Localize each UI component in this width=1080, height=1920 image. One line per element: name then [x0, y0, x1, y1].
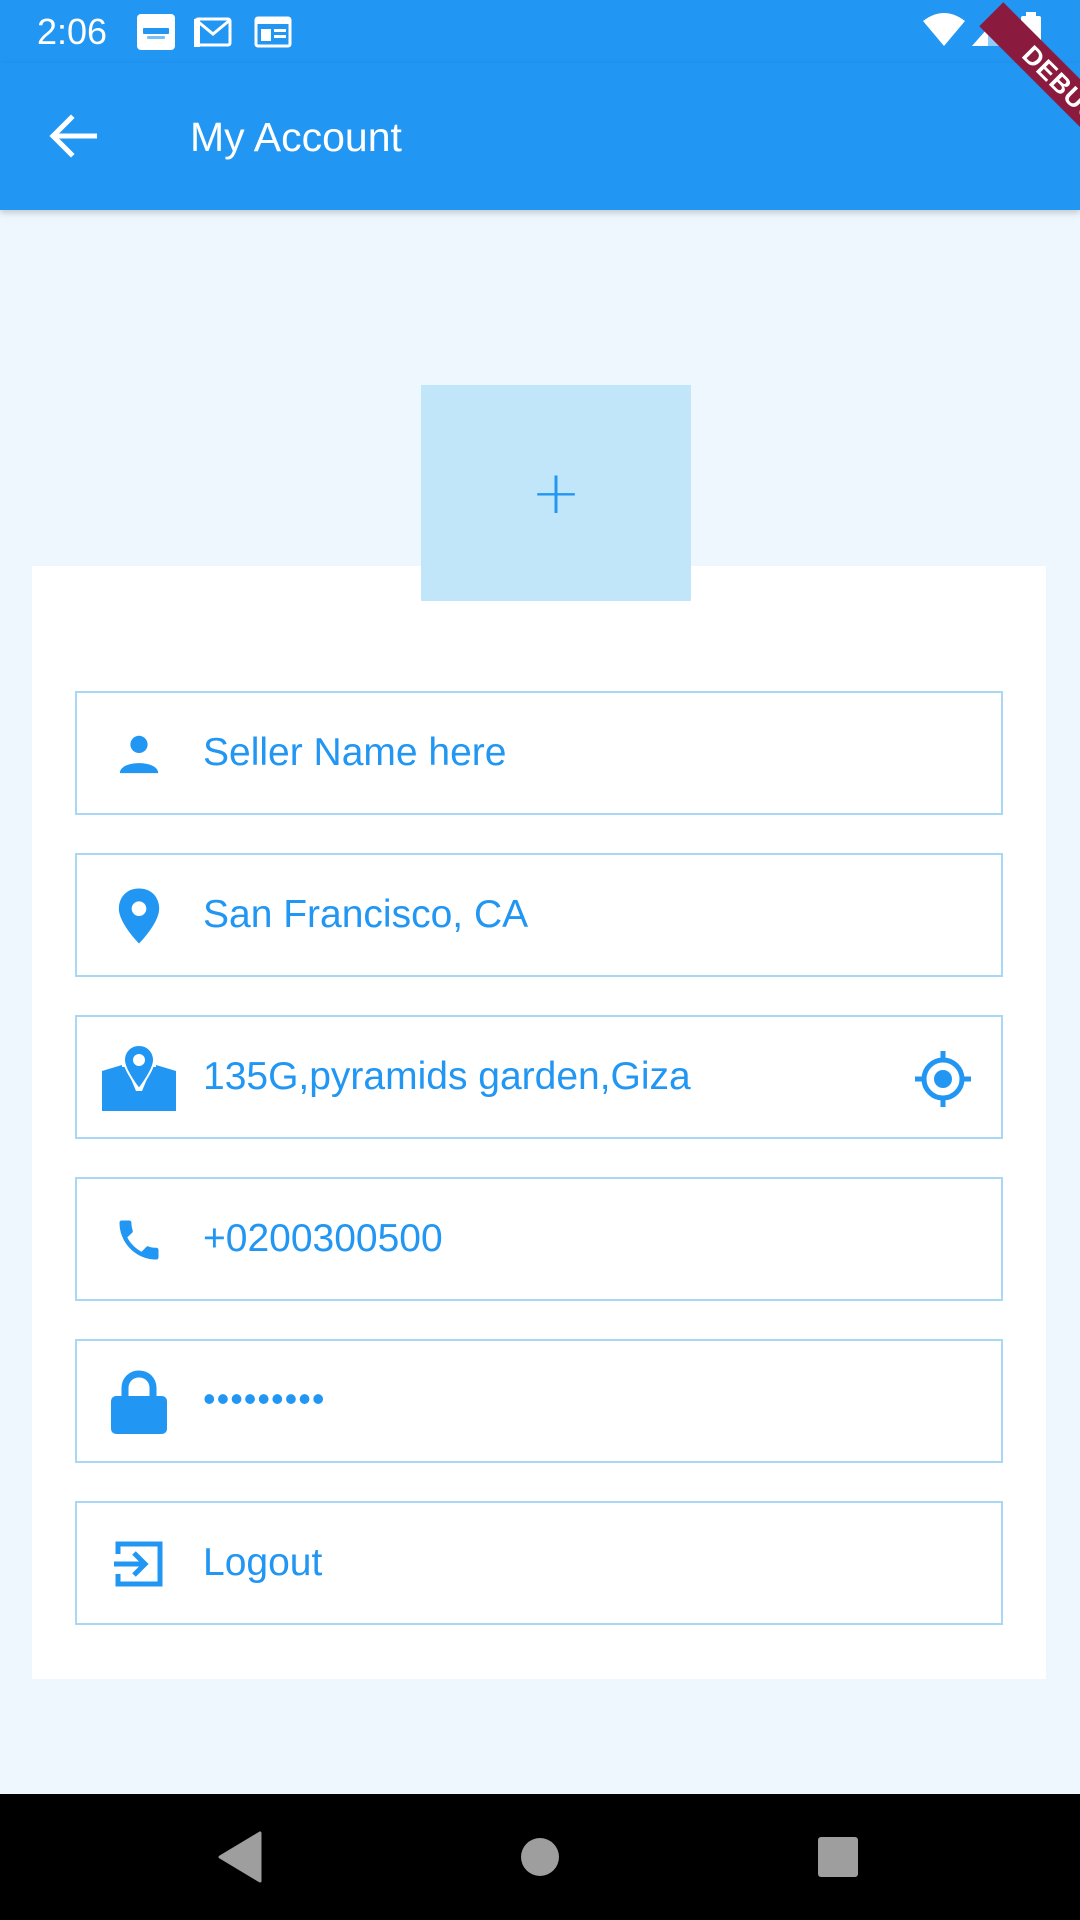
logout-icon — [102, 1531, 176, 1597]
seller-name-value: Seller Name here — [203, 731, 507, 774]
password-field[interactable]: ••••••••• — [75, 1339, 1003, 1463]
add-photo-button[interactable]: + — [421, 385, 691, 601]
page-title: My Account — [190, 114, 402, 160]
map-icon — [102, 1045, 176, 1111]
system-nav-bar — [0, 1794, 1080, 1920]
password-value: ••••••••• — [203, 1378, 326, 1419]
logout-button[interactable]: Logout — [75, 1501, 1003, 1625]
seller-name-field[interactable]: Seller Name here — [75, 691, 1003, 815]
city-field[interactable]: San Francisco, CA — [75, 853, 1003, 977]
recents-square-icon — [818, 1837, 858, 1877]
gmail-icon — [194, 17, 232, 47]
location-pin-icon — [102, 883, 176, 949]
status-bar: 2:06 — [0, 0, 1080, 63]
logout-label: Logout — [203, 1541, 323, 1584]
signal-icon — [972, 14, 1000, 46]
news-icon — [254, 16, 292, 48]
back-triangle-icon — [218, 1831, 262, 1883]
wifi-icon — [923, 13, 965, 46]
souq-app-icon — [137, 14, 175, 50]
address-field[interactable]: 135G,pyramids garden,Giza — [75, 1015, 1003, 1139]
nav-recents-button[interactable] — [805, 1824, 871, 1890]
battery-icon — [1021, 12, 1041, 50]
home-circle-icon — [521, 1838, 559, 1876]
back-button[interactable] — [30, 103, 116, 169]
nav-back-button[interactable] — [206, 1824, 272, 1890]
person-icon — [102, 721, 176, 787]
phone-icon — [102, 1207, 176, 1273]
my-location-icon[interactable] — [915, 1051, 971, 1107]
lock-icon — [102, 1369, 176, 1435]
app-bar: My Account — [0, 63, 1080, 210]
city-value: San Francisco, CA — [203, 893, 529, 936]
plus-icon: + — [530, 458, 582, 528]
address-value: 135G,pyramids garden,Giza — [203, 1055, 691, 1098]
status-time: 2:06 — [37, 11, 108, 52]
phone-value: +0200300500 — [203, 1217, 443, 1260]
nav-home-button[interactable] — [507, 1824, 573, 1890]
phone-field[interactable]: +0200300500 — [75, 1177, 1003, 1301]
arrow-back-icon — [49, 114, 97, 158]
